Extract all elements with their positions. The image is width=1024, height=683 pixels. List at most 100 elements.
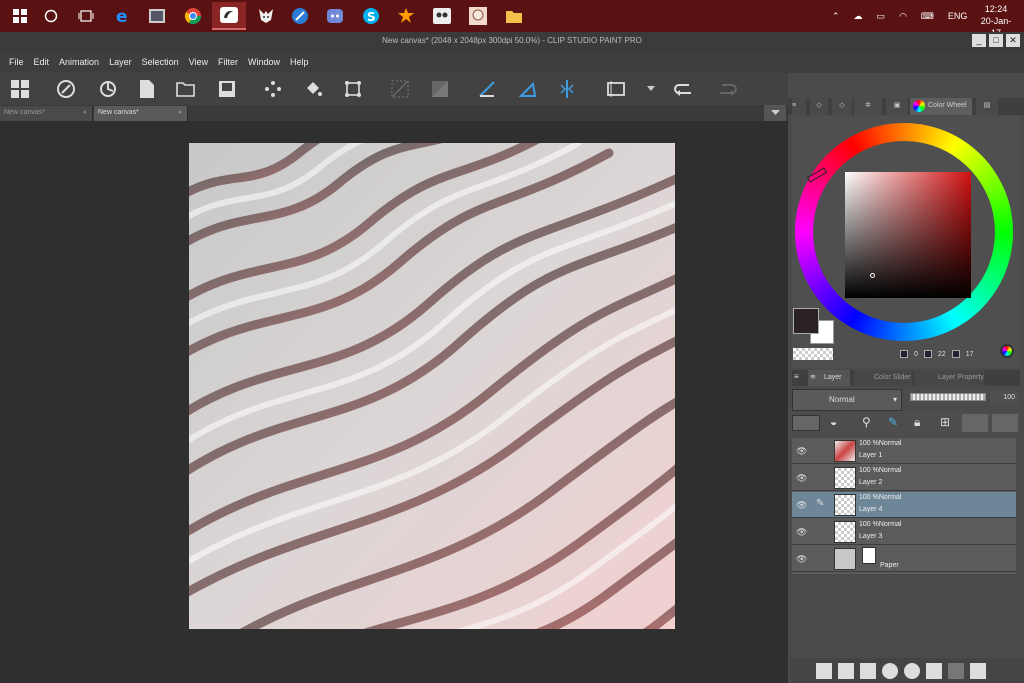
- layer-row-layer-2[interactable]: 👁︎ 100 %Normal Layer 2: [792, 465, 1016, 491]
- clear-selection-icon[interactable]: [389, 78, 411, 100]
- windows-icon[interactable]: [8, 4, 32, 28]
- eye-icon[interactable]: 👁︎: [796, 527, 807, 538]
- minimize-button[interactable]: _: [972, 34, 986, 47]
- language-indicator[interactable]: ENG: [948, 11, 968, 21]
- layer-row-paper[interactable]: 👁︎ Paper: [792, 546, 1016, 572]
- new-folder-icon[interactable]: [860, 662, 876, 679]
- lock-layer-icon[interactable]: 🔒︎: [914, 415, 920, 430]
- discord-icon[interactable]: [323, 4, 347, 28]
- color-picker-cursor[interactable]: [870, 273, 875, 278]
- open-folder-icon[interactable]: [175, 78, 197, 100]
- edge-icon[interactable]: e: [111, 4, 135, 28]
- sub-tool-detail-tab-icon[interactable]: ✲: [854, 98, 882, 115]
- menu-selection[interactable]: Selection: [137, 57, 184, 67]
- pen-edit-icon[interactable]: ✎: [816, 498, 824, 509]
- transform-icon[interactable]: [342, 78, 364, 100]
- lock-transparent-icon[interactable]: ⊞: [940, 415, 950, 429]
- battery-icon[interactable]: ▭: [877, 11, 886, 22]
- assets-icon[interactable]: [97, 78, 119, 100]
- transparent-color-swatch[interactable]: [793, 348, 833, 360]
- layer-row-layer-1[interactable]: 👁︎ 100 %Normal Layer 1: [792, 438, 1016, 464]
- canvas-frame-icon[interactable]: [605, 78, 627, 100]
- chrome-icon[interactable]: [181, 4, 205, 28]
- tab-layer[interactable]: ≋ Layer: [808, 370, 850, 386]
- menu-file[interactable]: File: [4, 57, 29, 67]
- tab-new-canvas-1[interactable]: New canvas* ●: [0, 106, 93, 121]
- layer-row-layer-3[interactable]: 👁︎ 100 %Normal Layer 3: [792, 519, 1016, 545]
- layer-mask-icon[interactable]: [926, 662, 942, 679]
- new-vector-layer-icon[interactable]: [838, 662, 854, 679]
- tab-close-icon[interactable]: ●: [83, 106, 87, 120]
- avatar-icon[interactable]: [466, 4, 490, 28]
- krita-icon[interactable]: [254, 4, 278, 28]
- layer-list-empty-area[interactable]: [790, 574, 1020, 660]
- eye-icon[interactable]: 👁︎: [796, 446, 807, 457]
- panel-menu-icon[interactable]: ≡: [792, 98, 806, 115]
- transfer-down-icon[interactable]: [882, 662, 898, 679]
- color-history-tab-icon[interactable]: ▤: [976, 98, 998, 115]
- cloud-icon[interactable]: ☁: [854, 11, 863, 22]
- new-file-icon[interactable]: [136, 78, 158, 100]
- fill-bucket-icon[interactable]: [302, 78, 324, 100]
- delete-layer-icon[interactable]: [970, 662, 986, 679]
- photo-icon[interactable]: [145, 4, 169, 28]
- layer-opacity-input[interactable]: 100: [990, 391, 1018, 405]
- layer-row-layer-4[interactable]: 👁︎ ✎ 100 %Normal Layer 4: [792, 492, 1016, 518]
- wifi-icon[interactable]: ◠: [899, 11, 907, 22]
- combine-down-icon[interactable]: [904, 662, 920, 679]
- eye-icon[interactable]: 👁︎: [796, 554, 807, 565]
- menu-window[interactable]: Window: [243, 57, 285, 67]
- skype-icon[interactable]: S: [359, 4, 383, 28]
- layer-opacity-slider[interactable]: [910, 393, 986, 401]
- save-icon[interactable]: [216, 78, 238, 100]
- invert-selection-icon[interactable]: [429, 78, 451, 100]
- keyboard-icon[interactable]: ⌨: [921, 11, 934, 22]
- menu-view[interactable]: View: [184, 57, 213, 67]
- tab-new-canvas-2[interactable]: New canvas* ●: [94, 106, 188, 121]
- folder-icon[interactable]: [502, 4, 526, 28]
- drawing-canvas[interactable]: [189, 143, 675, 629]
- tab-color-wheel[interactable]: Color Wheel: [910, 98, 972, 115]
- new-raster-layer-icon[interactable]: [816, 662, 832, 679]
- draft-layer-icon[interactable]: ✎: [888, 415, 898, 429]
- task-view-icon[interactable]: [74, 4, 98, 28]
- eye-icon[interactable]: 👁︎: [796, 473, 807, 484]
- layer-panel-menu-icon[interactable]: ≡: [794, 372, 799, 381]
- close-button[interactable]: ✕: [1006, 34, 1020, 47]
- menu-edit[interactable]: Edit: [29, 57, 55, 67]
- ruler-toggle-icon[interactable]: [992, 414, 1018, 432]
- menu-grid-icon[interactable]: [9, 78, 31, 100]
- layer-color-swatch[interactable]: [792, 415, 820, 431]
- menu-filter[interactable]: Filter: [213, 57, 243, 67]
- apply-mask-icon[interactable]: [948, 662, 964, 679]
- clipping-icon[interactable]: ◒: [830, 415, 837, 429]
- tab-color-slider[interactable]: Color Slider: [854, 370, 912, 386]
- menu-animation[interactable]: Animation: [54, 57, 104, 67]
- mask-toggle-icon[interactable]: [962, 414, 988, 432]
- cortana-icon[interactable]: [39, 4, 63, 28]
- reference-layer-icon[interactable]: ⚲: [862, 415, 871, 429]
- navigator-tab-icon[interactable]: ▣: [886, 98, 908, 115]
- tab-layer-property[interactable]: Layer Property: [914, 370, 984, 386]
- symmetry-ruler-icon[interactable]: [556, 78, 578, 100]
- tool-property-tab-icon[interactable]: ◇: [832, 98, 852, 115]
- brush-size-tab-icon[interactable]: ◇: [810, 98, 828, 115]
- perspective-ruler-icon[interactable]: [517, 78, 539, 100]
- dropdown-arrow-icon[interactable]: [645, 78, 657, 100]
- blend-mode-select[interactable]: Normal ▾: [792, 389, 902, 411]
- clip-studio-icon[interactable]: [212, 2, 246, 30]
- ruler-icon[interactable]: [476, 78, 498, 100]
- loading-icon[interactable]: [262, 78, 284, 100]
- chevron-up-icon[interactable]: ⌃: [832, 11, 840, 22]
- menu-help[interactable]: Help: [285, 57, 314, 67]
- undo-icon[interactable]: [673, 78, 695, 100]
- main-color-swatch[interactable]: [793, 308, 819, 334]
- clip-studio-logo-icon[interactable]: [55, 78, 77, 100]
- vlc-icon[interactable]: [394, 4, 418, 28]
- tab-close-icon[interactable]: ●: [178, 106, 182, 120]
- maximize-button[interactable]: □: [989, 34, 1003, 47]
- eye-icon[interactable]: 👁︎: [796, 500, 807, 511]
- menu-layer[interactable]: Layer: [104, 57, 137, 67]
- color-mode-toggle-icon[interactable]: [1000, 344, 1014, 358]
- steam-icon[interactable]: [430, 4, 454, 28]
